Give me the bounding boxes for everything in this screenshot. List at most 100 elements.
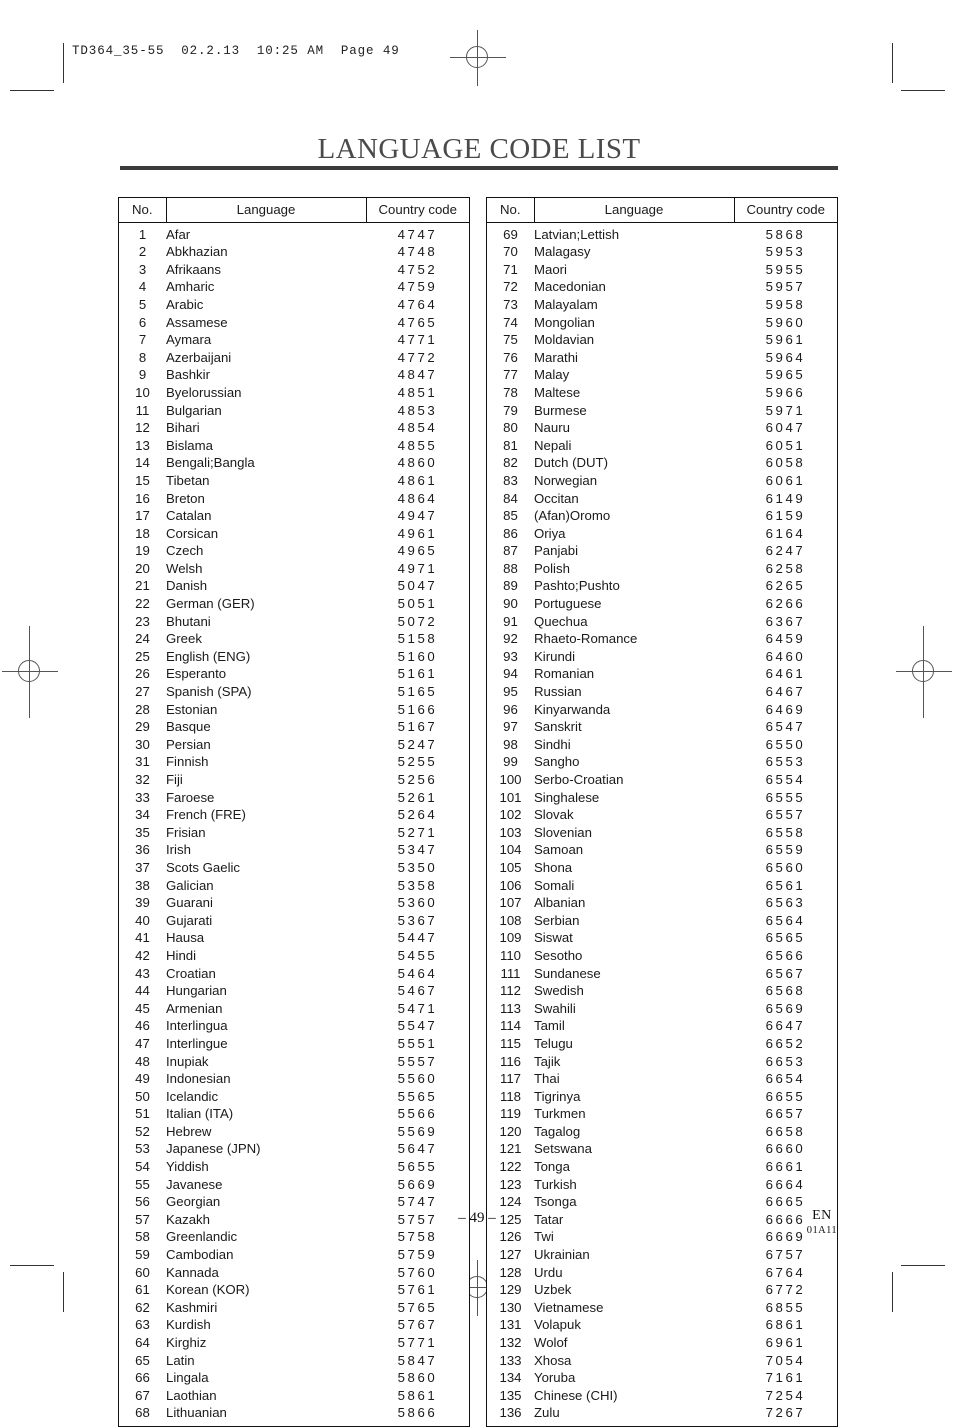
table-row: 50 Icelandic 5565 (119, 1088, 469, 1106)
cell-language: Tibetan (166, 472, 210, 488)
cell-no: 102 (499, 807, 522, 823)
table-row: 67 Laothian 5861 (119, 1387, 469, 1405)
cell-no: 85 (503, 508, 518, 524)
cell-no: 78 (503, 384, 518, 400)
cell-no: 6 (138, 314, 147, 330)
cell-language: Siswat (534, 930, 573, 946)
cell-country-code: 4772 (397, 349, 438, 365)
table-row: 5 Arabic 4764 (119, 296, 469, 314)
cell-country-code: 5261 (397, 789, 438, 805)
cell-no: 47 (135, 1035, 150, 1051)
table-row: 32 Fiji 5256 (119, 771, 469, 789)
table-row: 7 Aymara 4771 (119, 331, 469, 349)
cell-language: Yiddish (166, 1159, 209, 1175)
cell-no: 116 (499, 1053, 522, 1069)
cell-no: 43 (135, 965, 150, 981)
table-row: 136 Zulu 7267 (487, 1404, 837, 1426)
table-row: 123 Turkish 6664 (487, 1176, 837, 1194)
table-row: 133 Xhosa 7054 (487, 1352, 837, 1370)
cell-no: 119 (499, 1106, 522, 1122)
cell-no: 13 (135, 437, 150, 453)
cell-no: 3 (138, 261, 147, 277)
table-row: 102 Slovak 6557 (487, 806, 837, 824)
cell-country-code: 5965 (765, 367, 806, 383)
table-row: 109 Siswat 6565 (487, 929, 837, 947)
cell-country-code: 4759 (397, 279, 438, 295)
cell-language: Shona (534, 859, 573, 875)
table-row: 91 Quechua 6367 (487, 613, 837, 631)
cell-language: Yoruba (534, 1370, 576, 1386)
cell-country-code: 5868 (765, 226, 806, 242)
cell-country-code: 6565 (765, 930, 806, 946)
table-row: 42 Hindi 5455 (119, 947, 469, 965)
table-row: 93 Kirundi 6460 (487, 648, 837, 666)
cell-language: Amharic (166, 279, 215, 295)
cell-language: Welsh (166, 560, 203, 576)
cell-language: Fiji (166, 772, 183, 787)
footer-document-info: EN 01A11 (807, 1208, 837, 1236)
cell-language: Moldavian (534, 332, 595, 348)
crop-mark-bottom-left-horizontal (10, 1265, 54, 1266)
cell-no: 87 (503, 543, 518, 559)
cell-no: 103 (499, 824, 522, 840)
table-row: 95 Russian 6467 (487, 683, 837, 701)
cell-country-code: 5467 (397, 983, 438, 999)
cell-language: Bislama (166, 437, 213, 453)
table-row: 16 Breton 4864 (119, 490, 469, 508)
cell-country-code: 5860 (397, 1370, 438, 1386)
cell-country-code: 5566 (397, 1106, 438, 1122)
cell-country-code: 5455 (397, 947, 438, 963)
table-row: 79 Burmese 5971 (487, 402, 837, 420)
cell-country-code: 5765 (397, 1299, 438, 1315)
cell-no: 96 (503, 701, 518, 717)
cell-language: Cambodian (166, 1247, 234, 1263)
cell-language: French (FRE) (166, 807, 246, 823)
cell-no: 65 (135, 1352, 150, 1368)
cell-country-code: 6247 (765, 543, 806, 559)
cell-no: 60 (135, 1264, 150, 1280)
cell-language: Mongolian (534, 314, 595, 330)
cell-no: 14 (135, 455, 150, 471)
cell-no: 62 (135, 1299, 150, 1315)
cell-language: Chinese (CHI) (534, 1387, 618, 1403)
cell-country-code: 5551 (397, 1035, 438, 1051)
table-row: 1 Afar 4747 (119, 222, 469, 243)
cell-no: 69 (503, 226, 518, 242)
table-row: 104 Samoan 6559 (487, 841, 837, 859)
cell-country-code: 5047 (397, 578, 438, 594)
cell-country-code: 4864 (397, 490, 438, 506)
cell-country-code: 5565 (397, 1088, 438, 1104)
cell-language: Nauru (534, 420, 570, 436)
column-header-country-code: Country code (366, 198, 469, 223)
table-row: 3 Afrikaans 4752 (119, 261, 469, 279)
cell-language: Afrikaans (166, 261, 221, 277)
cell-no: 123 (499, 1176, 522, 1192)
cell-no: 20 (135, 560, 150, 576)
cell-language: Twi (534, 1229, 554, 1245)
table-row: 25 English (ENG) 5160 (119, 648, 469, 666)
cell-no: 90 (503, 596, 518, 612)
cell-no: 83 (503, 472, 518, 488)
cell-country-code: 5247 (397, 736, 438, 752)
cell-no: 111 (500, 965, 521, 981)
table-row: 105 Shona 6560 (487, 859, 837, 877)
cell-language: Japanese (JPN) (166, 1141, 261, 1157)
cell-language: Dutch (DUT) (534, 455, 608, 471)
cell-no: 131 (499, 1317, 522, 1333)
table-row: 31 Finnish 5255 (119, 753, 469, 771)
cell-language: Kashmiri (166, 1299, 218, 1315)
registration-mark-right (896, 626, 952, 718)
cell-country-code: 5758 (397, 1229, 438, 1245)
table-row: 85 (Afan)Oromo 6159 (487, 507, 837, 525)
cell-language: Javanese (166, 1176, 223, 1192)
table-row: 81 Nepali 6051 (487, 437, 837, 455)
cell-no: 92 (503, 631, 518, 647)
cell-language: Portuguese (534, 596, 602, 612)
cell-country-code: 6561 (765, 877, 806, 893)
table-row: 18 Corsican 4961 (119, 525, 469, 543)
cell-country-code: 5264 (397, 807, 438, 823)
cell-language: Basque (166, 719, 211, 735)
cell-no: 42 (135, 947, 150, 963)
cell-no: 1 (138, 226, 147, 242)
cell-language: Kinyarwanda (534, 701, 611, 717)
